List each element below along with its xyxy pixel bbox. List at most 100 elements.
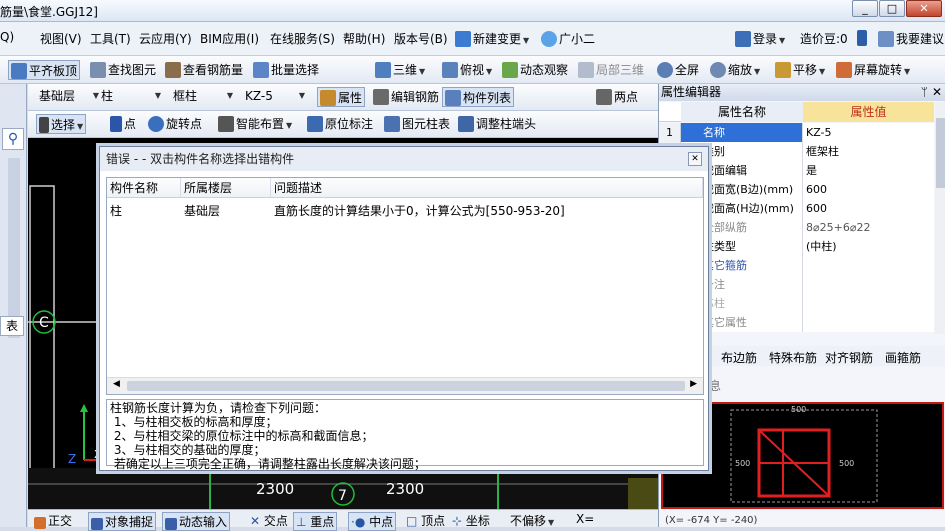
- yellow-element: [628, 478, 658, 509]
- left-scrollbar[interactable]: [8, 158, 20, 338]
- ortho-toggle[interactable]: 正交: [34, 512, 72, 529]
- scroll-right-icon[interactable]: ▶: [690, 379, 697, 389]
- suggest-button[interactable]: 我要建议: [878, 30, 944, 47]
- close-button[interactable]: ✕: [906, 0, 942, 17]
- select-button[interactable]: 选择 ▼: [36, 114, 87, 134]
- menu-version[interactable]: 版本号(B): [394, 30, 448, 47]
- annotation-icon: [307, 116, 323, 132]
- menu-q[interactable]: Q): [0, 30, 14, 44]
- column-table-button[interactable]: 图元柱表: [382, 114, 452, 134]
- dialog-close-button[interactable]: ✕: [688, 152, 702, 166]
- local-3d-button[interactable]: 局部三维: [576, 60, 646, 80]
- column-header-name[interactable]: 构件名称: [107, 178, 181, 198]
- draw-toolbar: 选择 ▼ 点 旋转点 智能布置 ▼ 原位标注 图元柱表 调整柱端头: [28, 111, 658, 138]
- dim-label-2: 2300: [386, 480, 424, 498]
- view-rebar-button[interactable]: 查看钢筋量: [163, 60, 245, 80]
- menu-online[interactable]: 在线服务(S): [270, 30, 335, 47]
- rotate-point-button[interactable]: 旋转点: [146, 114, 204, 134]
- login-button[interactable]: 登录 ▼: [735, 30, 785, 47]
- list-icon: [445, 90, 461, 106]
- property-name-header: 属性名称: [681, 102, 803, 122]
- section-top-label: 500: [791, 405, 806, 414]
- menu-guangxiaoer[interactable]: 广小二: [541, 30, 595, 47]
- menu-new-change[interactable]: 新建变更 ▼: [455, 30, 529, 47]
- snap-icon: [91, 518, 103, 530]
- fullscreen-button[interactable]: 全屏: [655, 60, 701, 80]
- flush-slab-top-button[interactable]: 平齐板顶: [8, 60, 81, 80]
- adjust-column-end-button[interactable]: 调整柱端头: [456, 114, 538, 134]
- cross-icon: ✕: [250, 514, 264, 528]
- edit-rebar-button[interactable]: 编辑钢筋: [371, 87, 441, 107]
- batch-select-button[interactable]: 批量选择: [251, 60, 321, 80]
- x-coordinate-label: X=: [576, 512, 595, 526]
- main-toolbar: 平齐板顶 查找图元 查看钢筋量 批量选择 三维 ▼ 俯视 ▼ 动态观察 局部三维 全…: [0, 56, 945, 84]
- local-3d-icon: [578, 62, 594, 78]
- property-scrollbar[interactable]: [935, 102, 945, 334]
- type-select[interactable]: 柱 ▼: [98, 87, 164, 105]
- error-floor: 基础层: [184, 204, 221, 218]
- point-icon: [110, 116, 122, 132]
- scroll-left-icon[interactable]: ◀: [113, 379, 120, 389]
- screen-rotate-button[interactable]: 屏幕旋转 ▼: [834, 60, 912, 80]
- property-row[interactable]: 1 名称 KZ-5: [659, 123, 934, 142]
- menu-view[interactable]: 视图(V): [40, 30, 82, 47]
- search-icon[interactable]: ⚲: [2, 128, 24, 150]
- error-dialog: 错误 - - 双击构件名称选择出错构件 ✕ 构件名称 所属楼层 问题描述 柱 基…: [99, 146, 709, 471]
- menu-cloud[interactable]: 云应用(Y): [139, 30, 192, 47]
- vertex-snap[interactable]: □ 顶点: [406, 512, 445, 529]
- window-title: 筋量\食堂.GGJ12]: [0, 5, 98, 19]
- menu-tools[interactable]: 工具(T): [90, 30, 131, 47]
- cursor-coordinates: (X= -674 Y= -240): [665, 515, 758, 526]
- pin-icon[interactable]: ᛘ: [921, 84, 928, 101]
- property-button[interactable]: 属性: [317, 87, 366, 107]
- batch-icon: [253, 62, 269, 78]
- column-header-floor[interactable]: 所属楼层: [181, 178, 271, 198]
- property-editor-title: 属性编辑器 ᛘ ✕: [659, 84, 945, 101]
- align-rebar-tab[interactable]: 对齐钢筋: [825, 349, 873, 366]
- section-boundary: [730, 409, 878, 503]
- smart-layout-button[interactable]: 智能布置 ▼: [216, 114, 294, 134]
- magnifier-icon: [710, 62, 726, 78]
- error-component-name[interactable]: 柱: [107, 202, 122, 220]
- cost-beans-icon[interactable]: [857, 30, 869, 46]
- in-place-annotation-button[interactable]: 原位标注: [305, 114, 375, 134]
- intersection-snap[interactable]: ✕ 交点: [250, 512, 288, 529]
- component-select[interactable]: KZ-5 ▼: [242, 87, 308, 105]
- column-header-desc[interactable]: 问题描述: [271, 178, 703, 198]
- point-button[interactable]: 点: [108, 114, 138, 134]
- pan-button[interactable]: 平移 ▼: [773, 60, 827, 80]
- coordinate-snap[interactable]: ⊹ 坐标: [452, 512, 490, 529]
- side-rebar-tab[interactable]: 布边筋: [721, 349, 757, 366]
- scroll-thumb[interactable]: [127, 381, 685, 391]
- component-list-button[interactable]: 构件列表: [442, 87, 515, 107]
- special-rebar-tab[interactable]: 特殊布筋: [769, 349, 817, 366]
- property-header: 属性名称 属性值: [659, 102, 934, 122]
- maximize-button[interactable]: □: [879, 0, 905, 17]
- error-description: 直筋长度的计算结果小于0，计算公式为[550-953-20]: [274, 204, 565, 218]
- perpendicular-snap[interactable]: ⊥ 重点: [293, 512, 338, 531]
- edit-rebar-icon: [373, 89, 389, 105]
- find-element-button[interactable]: 查找图元: [88, 60, 158, 80]
- top-view-button[interactable]: 俯视 ▼: [440, 60, 494, 80]
- menu-help[interactable]: 帮助(H): [343, 30, 385, 47]
- offset-select[interactable]: 不偏移 ▼: [510, 512, 554, 529]
- floor-select[interactable]: 基础层 ▼: [36, 87, 102, 105]
- minimize-button[interactable]: _: [852, 0, 878, 17]
- subtype-select[interactable]: 框柱 ▼: [170, 87, 236, 105]
- orbit-button[interactable]: 动态观察: [500, 60, 570, 80]
- menu-bim[interactable]: BIM应用(I): [200, 30, 259, 47]
- adjust-end-icon: [458, 116, 474, 132]
- midpoint-snap[interactable]: ·● 中点: [348, 512, 397, 531]
- horizontal-scrollbar[interactable]: ◀ ▶: [107, 377, 703, 394]
- dynamic-input-toggle[interactable]: 动态输入: [162, 512, 231, 531]
- column-outline: [29, 185, 55, 509]
- component-toolbar: 基础层 ▼ 柱 ▼ 框柱 ▼ KZ-5 ▼ 属性 编辑钢筋 构件列表 两点: [28, 84, 658, 111]
- panel-close-icon[interactable]: ✕: [932, 84, 942, 101]
- left-tab-table[interactable]: 表: [0, 316, 24, 336]
- two-point-button[interactable]: 两点: [594, 87, 640, 107]
- 3d-button[interactable]: 三维 ▼: [373, 60, 427, 80]
- object-snap-toggle[interactable]: 对象捕捉: [88, 512, 157, 531]
- axis-label-7: 7: [338, 488, 347, 504]
- draw-stirrup-tab[interactable]: 画箍筋: [885, 349, 921, 366]
- scale-button[interactable]: 缩放 ▼: [708, 60, 762, 80]
